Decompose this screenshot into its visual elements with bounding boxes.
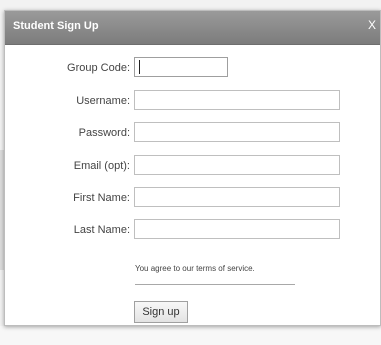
last-name-input[interactable]	[134, 219, 340, 239]
dialog-title: Student Sign Up	[13, 20, 99, 32]
text-caret	[139, 60, 140, 74]
email-label: Email (opt):	[73, 160, 130, 172]
last-name-row: Last Name:	[5, 219, 380, 241]
username-input[interactable]	[134, 90, 340, 110]
first-name-label: First Name:	[73, 192, 130, 204]
email-input[interactable]	[134, 155, 340, 175]
password-label: Password:	[78, 127, 130, 139]
password-row: Password:	[5, 122, 380, 144]
terms-of-service-text: You agree to our terms of service.	[135, 264, 255, 273]
page-backdrop-bottom	[0, 326, 381, 345]
group-code-label: Group Code:	[67, 62, 130, 74]
password-input[interactable]	[134, 122, 340, 142]
username-row: Username:	[5, 90, 380, 112]
username-label: Username:	[76, 95, 130, 107]
close-icon[interactable]: X	[368, 18, 376, 32]
last-name-label: Last Name:	[73, 224, 130, 236]
group-code-input[interactable]	[134, 57, 228, 77]
first-name-input[interactable]	[134, 187, 340, 207]
student-signup-dialog: Student Sign Up X Group Code: Username: …	[4, 10, 381, 326]
group-code-row: Group Code:	[5, 57, 380, 79]
dialog-titlebar: Student Sign Up X	[5, 11, 380, 45]
sign-up-button[interactable]: Sign up	[134, 301, 188, 323]
first-name-row: First Name:	[5, 187, 380, 209]
email-row: Email (opt):	[5, 155, 380, 177]
divider	[135, 284, 295, 285]
